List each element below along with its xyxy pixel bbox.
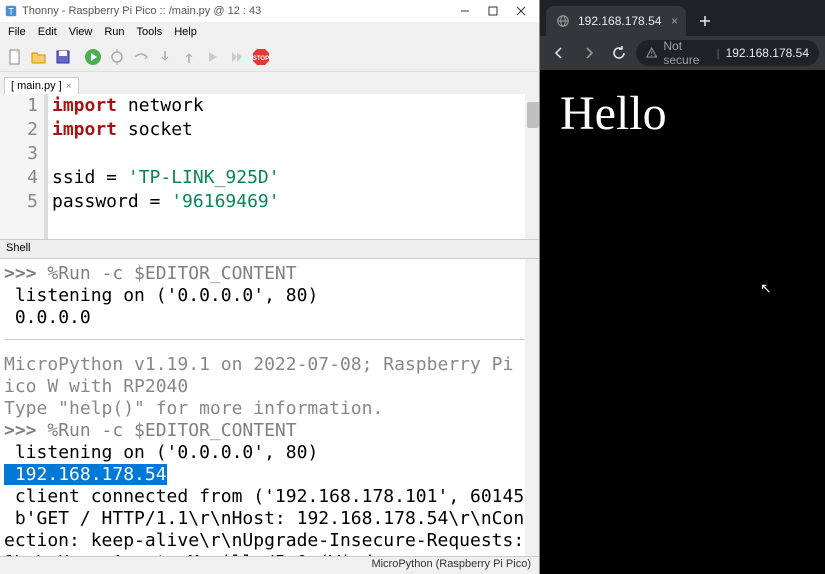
back-button[interactable] [546,40,572,66]
minimize-button[interactable] [451,1,479,21]
open-file-icon[interactable] [28,46,50,68]
close-tab-icon[interactable]: × [66,81,72,92]
mouse-cursor: ↖ [760,280,772,297]
shell-header[interactable]: Shell [0,239,539,259]
step-into-icon[interactable] [154,46,176,68]
close-button[interactable] [507,1,535,21]
new-tab-button[interactable] [692,8,718,34]
scroll-thumb[interactable] [527,102,539,128]
step-over-icon[interactable] [130,46,152,68]
new-file-icon[interactable] [4,46,26,68]
browser-tab[interactable]: 192.168.178.54 × [546,6,686,36]
hello-heading: Hello [560,86,805,141]
stop-icon[interactable]: STOP [250,46,272,68]
editor-scrollbar[interactable] [525,94,539,239]
code-editor[interactable]: 1 2 3 4 5 import network import socket s… [0,94,539,239]
shell-panel[interactable]: >>> %Run -c $EDITOR_CONTENT listening on… [0,259,539,556]
forward-button[interactable] [576,40,602,66]
svg-text:STOP: STOP [253,56,269,62]
line-gutter: 1 2 3 4 5 [0,94,48,239]
resume-icon[interactable] [202,46,224,68]
save-file-icon[interactable] [52,46,74,68]
browser-toolbar: Not secure | 192.168.178.54 [540,36,825,70]
menu-tools[interactable]: Tools [131,24,169,40]
menu-file[interactable]: File [2,24,32,40]
globe-icon [556,14,570,28]
menu-help[interactable]: Help [168,24,203,40]
page-content: Hello ↖ [540,70,825,574]
resume-icon-2[interactable] [226,46,248,68]
thonny-window: T Thonny - Raspberry Pi Pico :: /main.py… [0,0,540,574]
debug-icon[interactable] [106,46,128,68]
browser-tab-strip: 192.168.178.54 × [540,0,825,36]
shell-separator [4,339,535,340]
titlebar[interactable]: T Thonny - Raspberry Pi Pico :: /main.py… [0,0,539,22]
maximize-button[interactable] [479,1,507,21]
reload-button[interactable] [606,40,632,66]
editor-tab[interactable]: [ main.py ] × [4,77,79,94]
tab-title: 192.168.178.54 [578,14,661,28]
address-bar[interactable]: Not secure | 192.168.178.54 [636,40,819,66]
url-text: 192.168.178.54 [726,46,809,60]
svg-text:T: T [8,7,14,17]
warning-icon [646,46,657,60]
run-icon[interactable] [82,46,104,68]
tab-label: [ main.py ] [11,80,62,92]
code-content[interactable]: import network import socket ssid = 'TP-… [48,94,539,239]
toolbar: STOP [0,42,539,72]
chrome-window: 192.168.178.54 × Not secure | 192.168.17… [540,0,825,574]
editor-tabs: [ main.py ] × [0,72,539,94]
not-secure-label: Not secure [663,39,710,67]
shell-scrollbar[interactable] [525,259,539,556]
menu-view[interactable]: View [63,24,99,40]
menu-edit[interactable]: Edit [32,24,63,40]
menubar: File Edit View Run Tools Help [0,22,539,42]
app-icon: T [4,4,18,18]
step-out-icon[interactable] [178,46,200,68]
status-bar[interactable]: MicroPython (Raspberry Pi Pico) [0,556,539,574]
tab-close-icon[interactable]: × [671,14,678,28]
selected-ip: 192.168.178.54 [4,464,167,485]
menu-run[interactable]: Run [98,24,130,40]
window-title: Thonny - Raspberry Pi Pico :: /main.py @… [22,5,451,17]
